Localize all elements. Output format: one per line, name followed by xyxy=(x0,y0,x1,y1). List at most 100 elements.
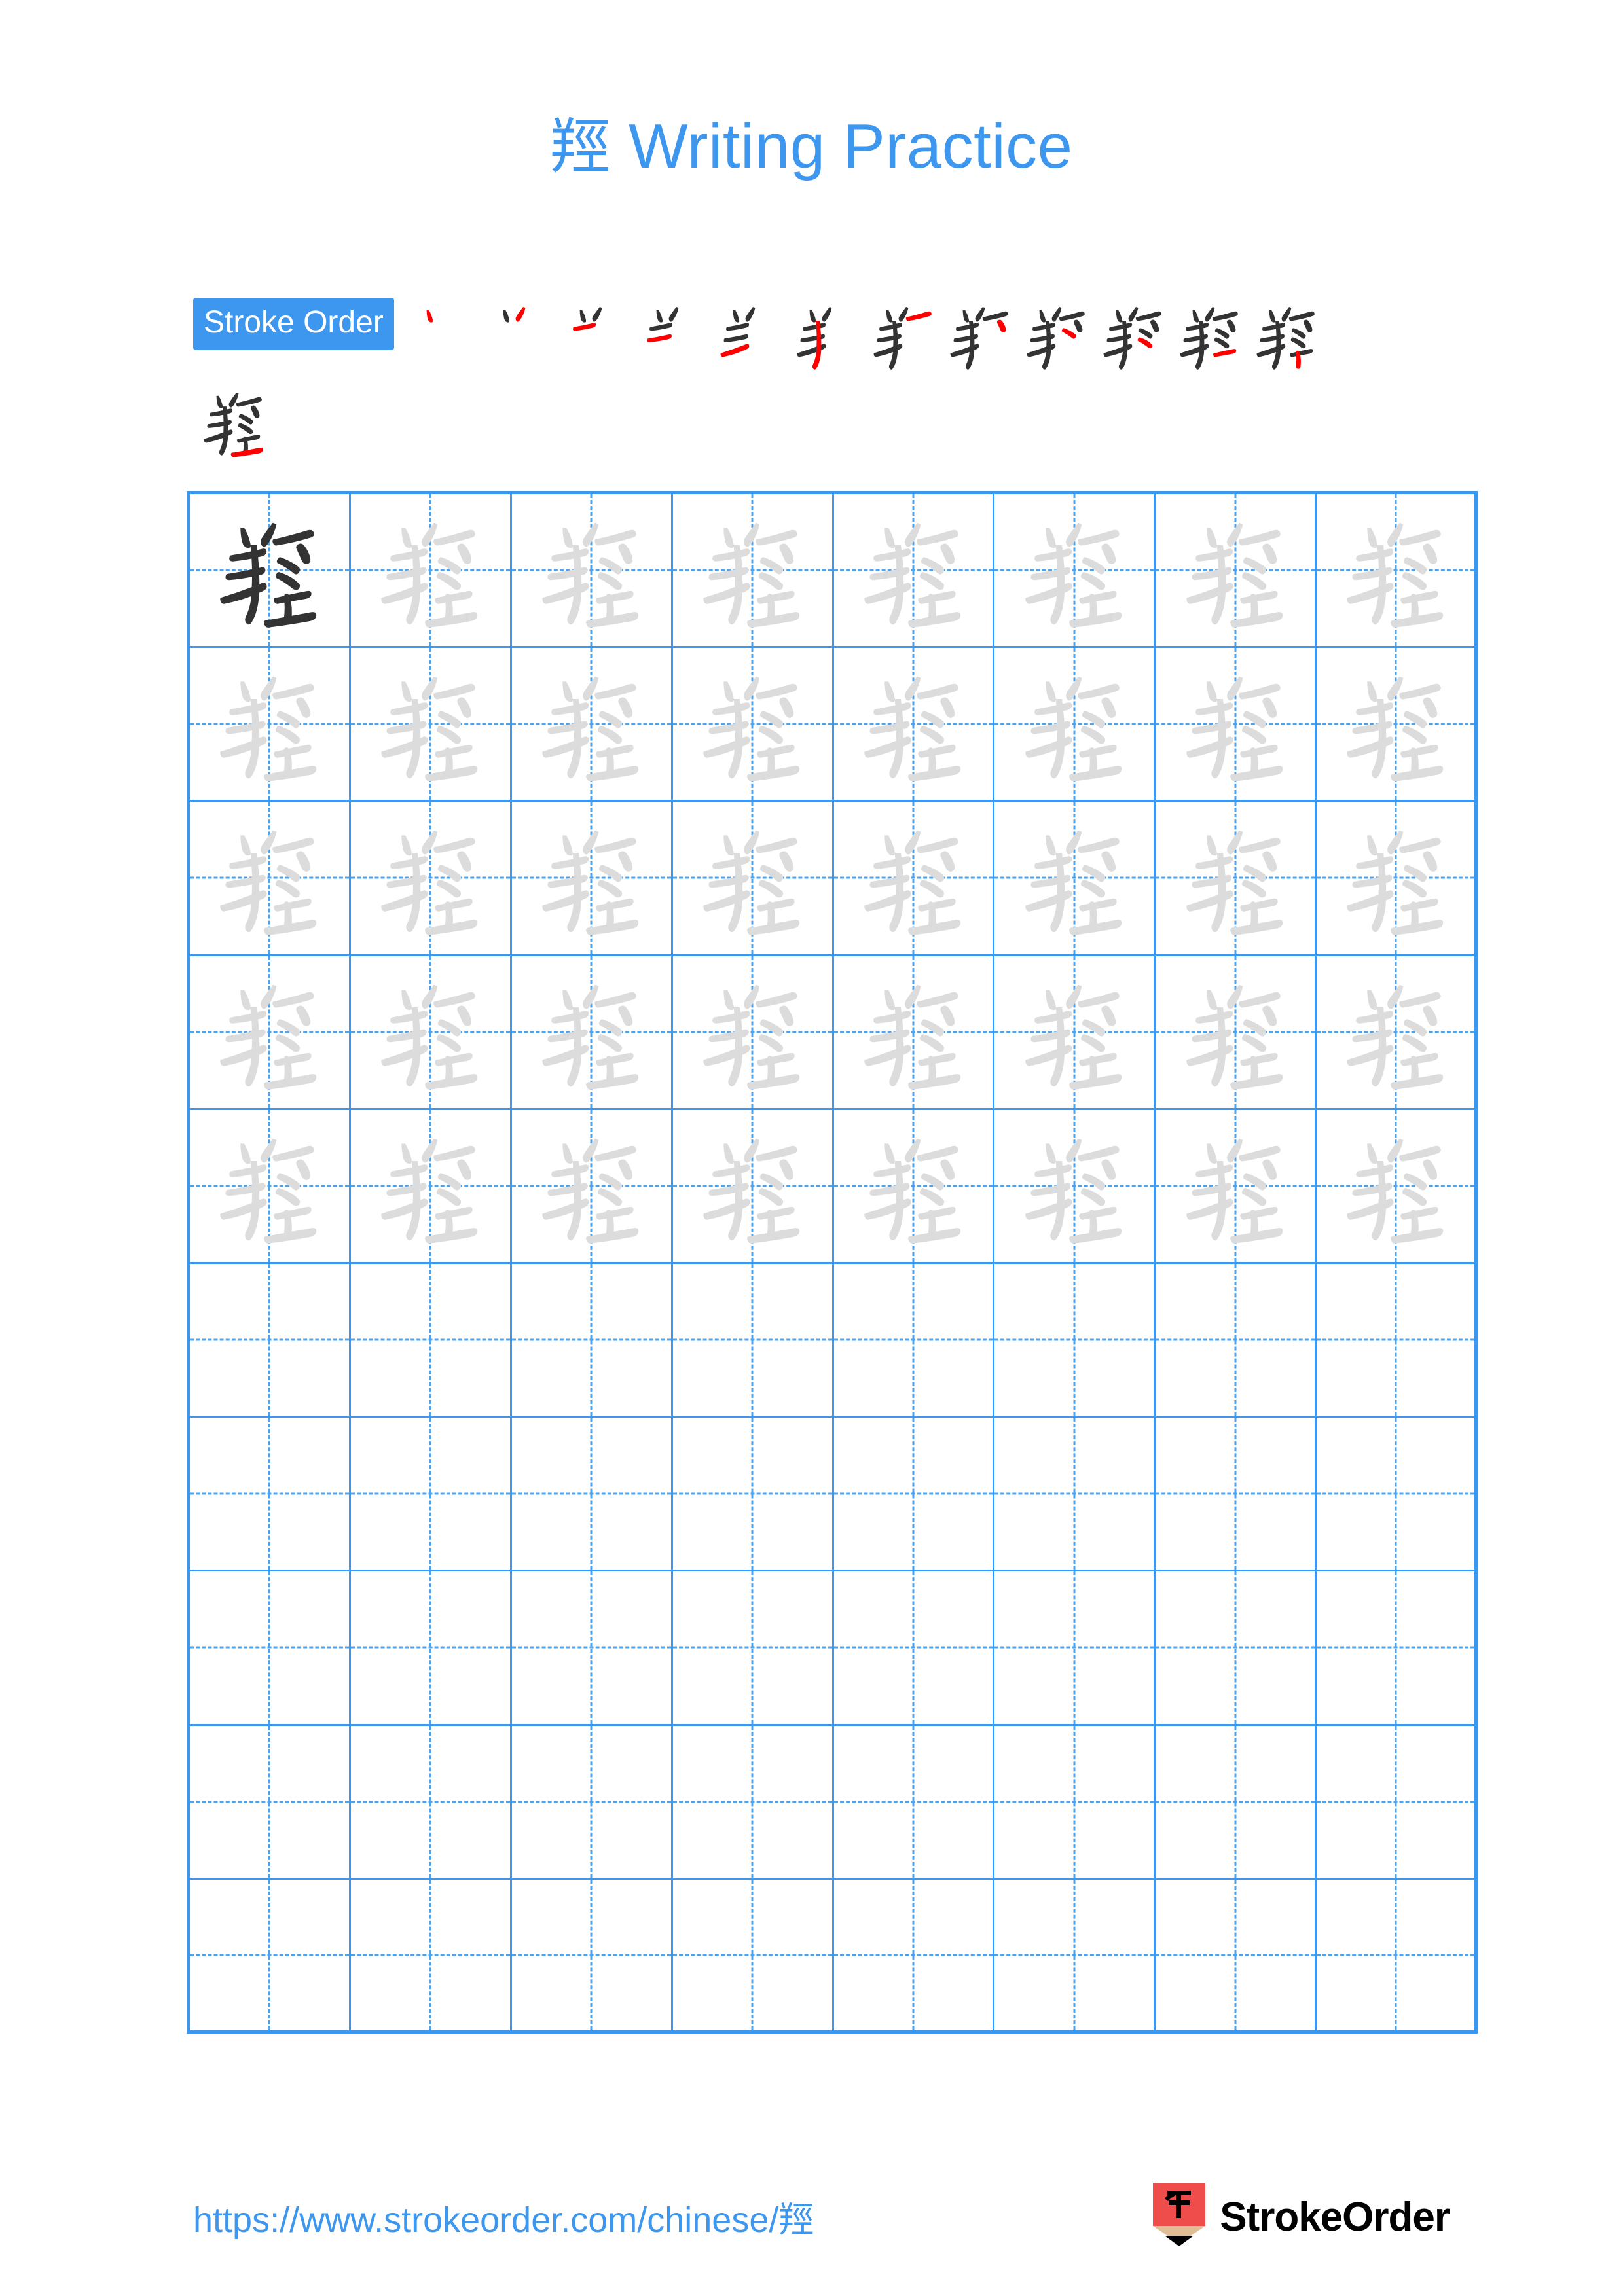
practice-cell[interactable] xyxy=(190,1418,351,1572)
footer-url-link[interactable]: https://www.strokeorder.com/chinese/羥 xyxy=(193,2191,814,2242)
practice-cell[interactable] xyxy=(511,1571,673,1726)
practice-cell[interactable] xyxy=(1156,1263,1317,1418)
trace-character xyxy=(1156,648,1315,800)
practice-cell[interactable] xyxy=(833,494,995,649)
practice-cell[interactable] xyxy=(833,1109,995,1264)
practice-cell[interactable] xyxy=(350,1109,512,1264)
practice-cell[interactable] xyxy=(833,648,995,802)
practice-cell[interactable] xyxy=(1317,1571,1478,1726)
trace-character xyxy=(512,648,671,800)
practice-cell[interactable] xyxy=(1156,956,1317,1110)
practice-cell[interactable] xyxy=(833,1418,995,1572)
practice-cell[interactable] xyxy=(511,956,673,1110)
practice-cell[interactable] xyxy=(833,956,995,1110)
practice-cell[interactable] xyxy=(350,1725,512,1880)
practice-cell[interactable] xyxy=(833,1571,995,1726)
practice-cell[interactable] xyxy=(190,494,351,649)
trace-character xyxy=(1317,648,1474,800)
stroke-step-9 xyxy=(1019,298,1095,374)
practice-cell[interactable] xyxy=(190,956,351,1110)
practice-cell[interactable] xyxy=(1317,1879,1478,2034)
practice-cell[interactable] xyxy=(672,494,834,649)
practice-cell[interactable] xyxy=(1317,1418,1478,1572)
practice-cell[interactable] xyxy=(1317,648,1478,802)
practice-cell[interactable] xyxy=(1156,1418,1317,1572)
practice-cell[interactable] xyxy=(994,494,1156,649)
trace-character xyxy=(1156,1110,1315,1262)
trace-character xyxy=(351,802,510,954)
practice-cell[interactable] xyxy=(1317,956,1478,1110)
practice-cell[interactable] xyxy=(994,1418,1156,1572)
practice-cell[interactable] xyxy=(833,802,995,956)
practice-cell[interactable] xyxy=(350,1571,512,1726)
practice-cell[interactable] xyxy=(994,1109,1156,1264)
practice-cell[interactable] xyxy=(350,1418,512,1572)
practice-cell[interactable] xyxy=(1156,648,1317,802)
stroke-order-section: Stroke Order xyxy=(193,298,1476,460)
stroke-step-11 xyxy=(1172,298,1249,374)
practice-cell[interactable] xyxy=(1317,494,1478,649)
practice-cell[interactable] xyxy=(994,1725,1156,1880)
practice-cell[interactable] xyxy=(1156,1571,1317,1726)
practice-cell[interactable] xyxy=(511,494,673,649)
practice-cell[interactable] xyxy=(350,956,512,1110)
practice-cell[interactable] xyxy=(672,1263,834,1418)
practice-cell[interactable] xyxy=(1317,802,1478,956)
trace-character xyxy=(673,956,832,1108)
practice-cell[interactable] xyxy=(672,1879,834,2034)
practice-cell[interactable] xyxy=(994,956,1156,1110)
practice-cell[interactable] xyxy=(994,1879,1156,2034)
practice-cell[interactable] xyxy=(190,1879,351,2034)
trace-character xyxy=(994,802,1154,954)
practice-cell[interactable] xyxy=(350,1879,512,2034)
practice-cell[interactable] xyxy=(511,1418,673,1572)
practice-cell[interactable] xyxy=(1156,1879,1317,2034)
practice-cell[interactable] xyxy=(672,1418,834,1572)
practice-cell[interactable] xyxy=(511,1263,673,1418)
practice-cell[interactable] xyxy=(350,1263,512,1418)
page-title-suffix: Writing Practice xyxy=(629,111,1073,181)
practice-cell[interactable] xyxy=(190,1263,351,1418)
practice-cell[interactable] xyxy=(994,802,1156,956)
practice-cell[interactable] xyxy=(511,1879,673,2034)
stroke-step-12 xyxy=(1249,298,1325,374)
practice-cell[interactable] xyxy=(672,1109,834,1264)
practice-cell[interactable] xyxy=(833,1725,995,1880)
practice-cell[interactable] xyxy=(1317,1263,1478,1418)
practice-cell[interactable] xyxy=(994,1571,1156,1726)
practice-cell[interactable] xyxy=(672,1725,834,1880)
trace-character xyxy=(1156,802,1315,954)
practice-cell[interactable] xyxy=(511,1109,673,1264)
practice-cell[interactable] xyxy=(994,1263,1156,1418)
practice-cell[interactable] xyxy=(1156,802,1317,956)
stroke-step-2 xyxy=(483,298,559,374)
trace-character xyxy=(673,648,832,800)
practice-cell[interactable] xyxy=(672,648,834,802)
practice-cell[interactable] xyxy=(833,1263,995,1418)
practice-cell[interactable] xyxy=(190,648,351,802)
practice-cell[interactable] xyxy=(1317,1725,1478,1880)
practice-cell[interactable] xyxy=(1317,1109,1478,1264)
practice-cell[interactable] xyxy=(511,802,673,956)
practice-cell[interactable] xyxy=(1156,494,1317,649)
practice-cell[interactable] xyxy=(672,1571,834,1726)
practice-cell[interactable] xyxy=(1156,1725,1317,1880)
practice-cell[interactable] xyxy=(190,1109,351,1264)
practice-cell[interactable] xyxy=(672,956,834,1110)
practice-cell[interactable] xyxy=(350,802,512,956)
stroke-step-1 xyxy=(406,298,483,374)
practice-cell[interactable] xyxy=(511,1725,673,1880)
footer: https://www.strokeorder.com/chinese/羥 St… xyxy=(0,2183,1623,2268)
stroke-step-5 xyxy=(712,298,789,374)
practice-cell[interactable] xyxy=(190,1725,351,1880)
practice-cell[interactable] xyxy=(672,802,834,956)
practice-cell[interactable] xyxy=(1156,1109,1317,1264)
practice-cell[interactable] xyxy=(833,1879,995,2034)
practice-cell[interactable] xyxy=(190,802,351,956)
practice-cell[interactable] xyxy=(994,648,1156,802)
practice-cell[interactable] xyxy=(190,1571,351,1726)
practice-cell[interactable] xyxy=(350,648,512,802)
practice-cell[interactable] xyxy=(350,494,512,649)
page-title-character: 羥 xyxy=(550,112,611,182)
practice-cell[interactable] xyxy=(511,648,673,802)
